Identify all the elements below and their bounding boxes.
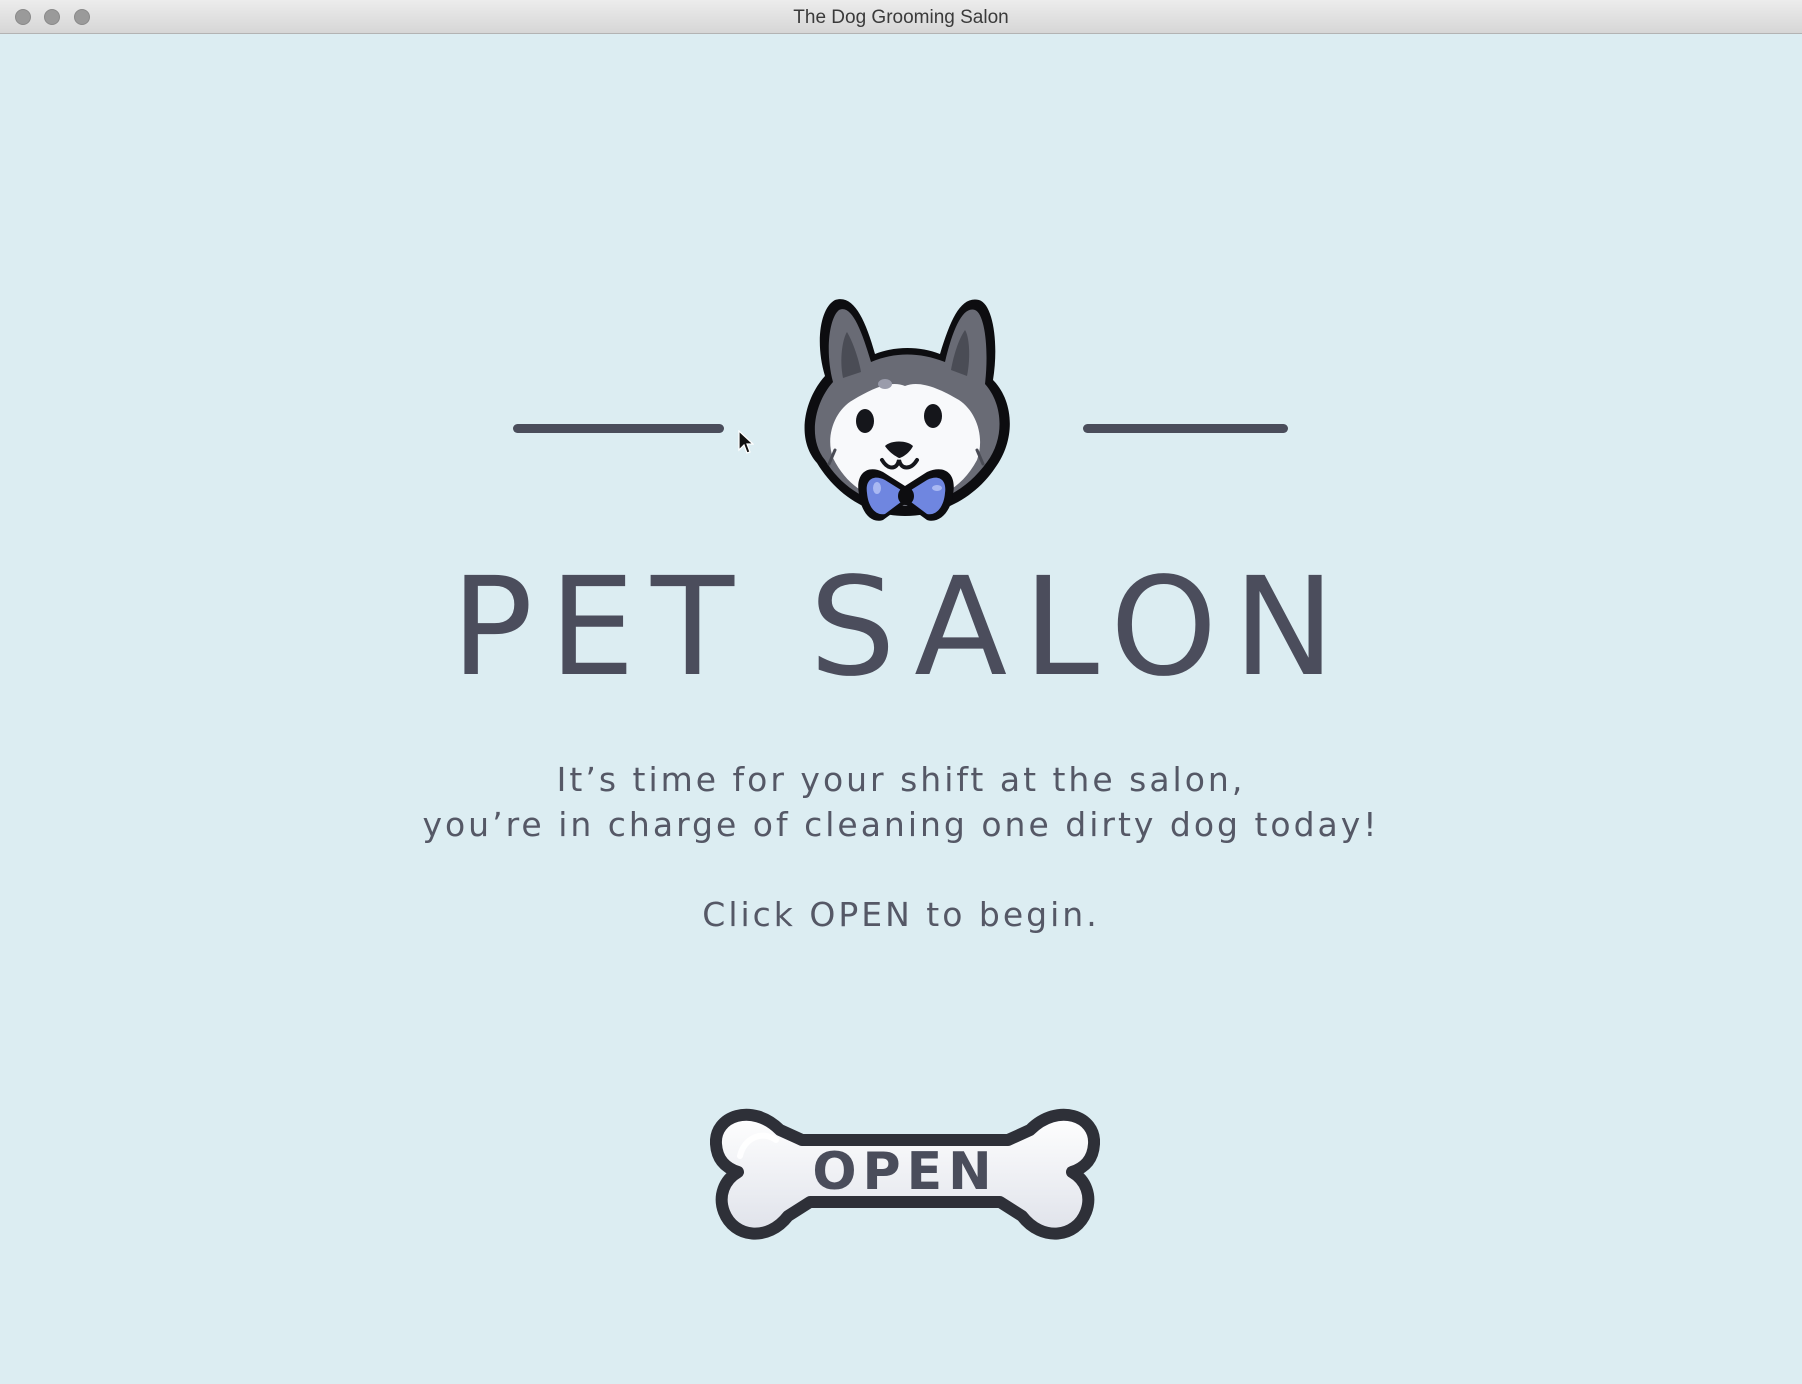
right-divider-line [1083, 424, 1288, 433]
left-divider-line [513, 424, 724, 433]
game-window: The Dog Grooming Salon PET SALON It’s ti… [0, 0, 1802, 1384]
window-title: The Dog Grooming Salon [793, 7, 1009, 28]
open-button[interactable]: OPEN [710, 1066, 1100, 1280]
mouse-pointer-icon [738, 430, 754, 454]
title-bar: The Dog Grooming Salon [0, 0, 1802, 34]
open-button-label: OPEN [812, 1142, 998, 1202]
intro-text-line-2: you’re in charge of cleaning one dirty d… [422, 805, 1380, 844]
husky-dog-with-bowtie-icon [804, 299, 1010, 521]
game-title: PET SALON [451, 549, 1351, 707]
instruction-text: Click OPEN to begin. [702, 895, 1100, 934]
intro-text-line-1: It’s time for your shift at the salon, [556, 760, 1246, 799]
